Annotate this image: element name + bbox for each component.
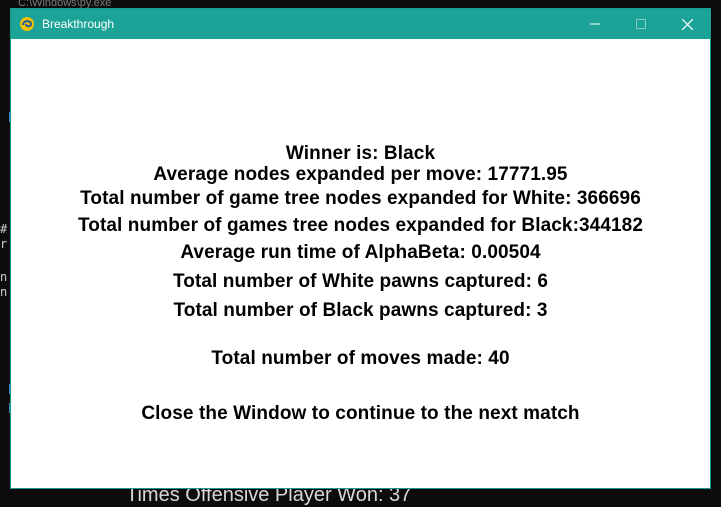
console-left-char: r: [0, 237, 8, 251]
console-left-char: n: [0, 270, 8, 284]
total-moves-text: Total number of moves made: 40: [211, 348, 510, 369]
maximize-icon: [636, 19, 646, 29]
white-captured-text: Total number of White pawns captured: 6: [172, 271, 549, 292]
console-left-char: n: [0, 285, 8, 299]
avg-runtime-text: Average run time of AlphaBeta: 0.00504: [180, 242, 541, 263]
continue-message: Close the Window to continue to the next…: [141, 403, 580, 424]
window-controls: [572, 9, 710, 39]
close-button[interactable]: [664, 9, 710, 39]
maximize-button[interactable]: [618, 9, 664, 39]
console-left-char: #: [0, 222, 8, 236]
breakthrough-window: Breakthrough Winner is: Black Average no…: [10, 8, 711, 489]
pygame-snake-icon: [19, 16, 35, 32]
white-nodes-text: Total number of game tree nodes expanded…: [80, 188, 641, 209]
avg-nodes-text: Average nodes expanded per move: 17771.9…: [153, 164, 568, 185]
black-captured-text: Total number of Black pawns captured: 3: [173, 300, 548, 321]
window-titlebar[interactable]: Breakthrough: [11, 9, 710, 39]
black-nodes-text: Total number of games tree nodes expande…: [77, 215, 644, 236]
minimize-button[interactable]: [572, 9, 618, 39]
close-icon: [681, 18, 693, 30]
winner-text: Winner is: Black: [285, 143, 436, 164]
window-title: Breakthrough: [42, 17, 115, 31]
results-panel: Winner is: Black Average nodes expanded …: [11, 39, 710, 488]
minimize-icon: [590, 23, 600, 25]
